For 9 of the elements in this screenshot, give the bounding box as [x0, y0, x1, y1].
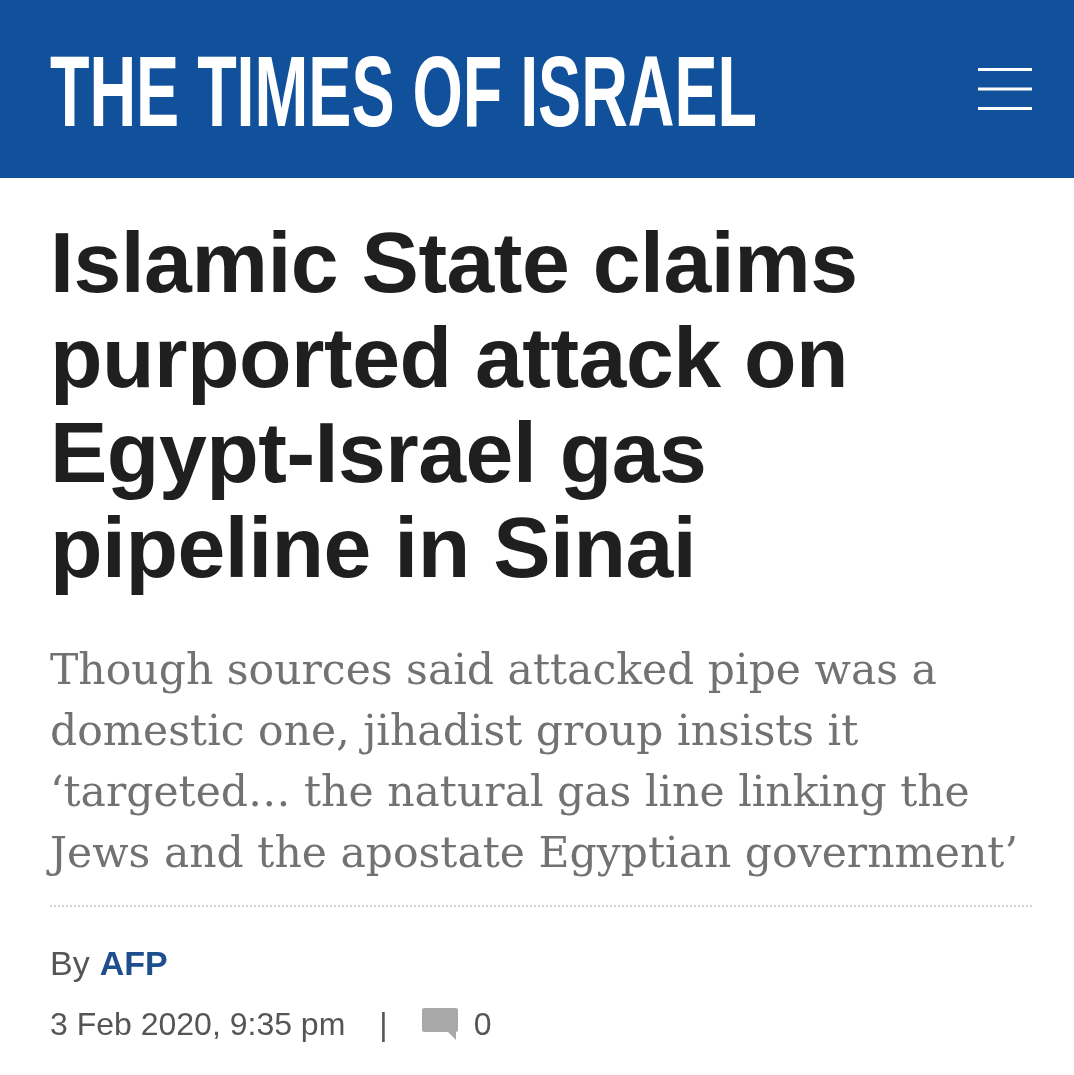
publish-date: 3 Feb 2020, 9:35 pm	[50, 1005, 346, 1044]
article-headline: Islamic State claims purported attack on Egypt-Israel gas pipeline in Sinai	[50, 215, 859, 595]
menu-button[interactable]	[978, 67, 1032, 111]
byline-label: By	[50, 943, 90, 984]
menu-icon	[978, 68, 1032, 110]
comment-count[interactable]: 0	[473, 1002, 492, 1046]
site-logo[interactable]: THE TIMES OF ISRAEL	[50, 41, 758, 141]
separator-text: |	[379, 1005, 388, 1044]
author-link[interactable]: AFP	[99, 941, 168, 985]
